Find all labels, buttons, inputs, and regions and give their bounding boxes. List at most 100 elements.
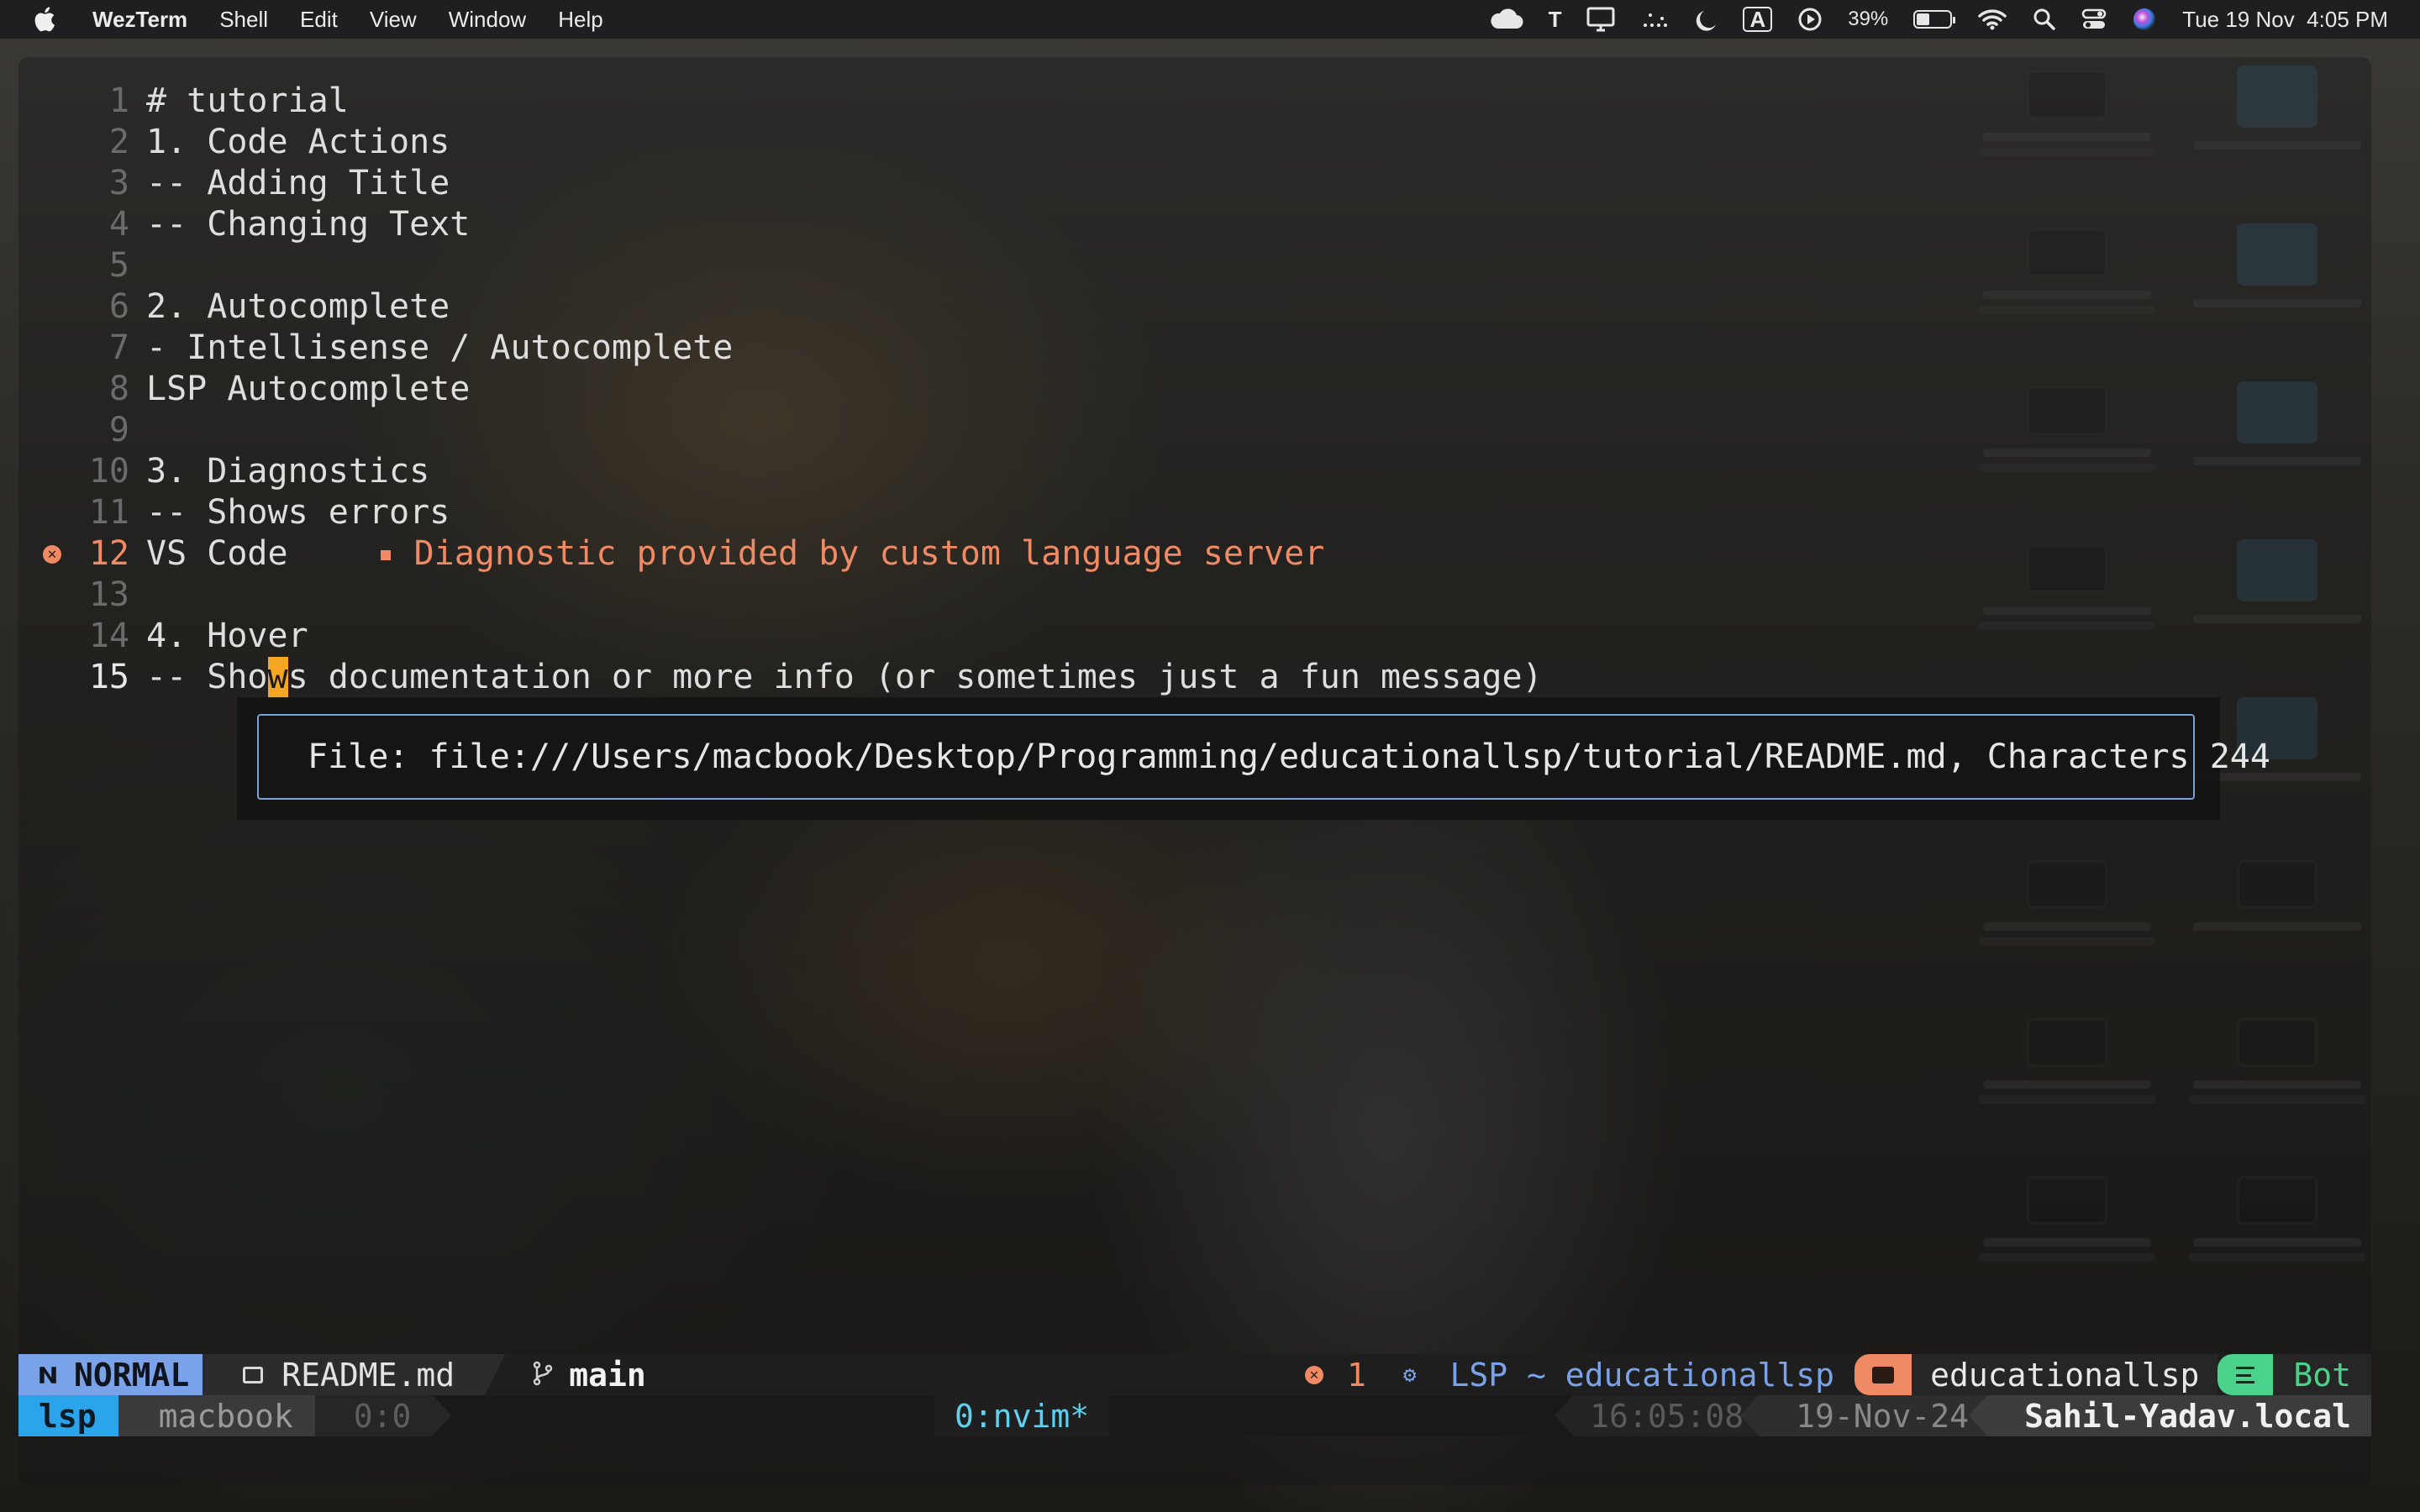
line-text: VS Code (146, 534, 288, 573)
terminal-window[interactable]: 1 # tutorial 2 1. Code Actions 3 -- Adding … (18, 57, 2371, 1485)
mirroring-icon[interactable] (1640, 10, 1670, 29)
editor-line[interactable]: 14 4. Hover (35, 616, 1543, 657)
line-number: 14 (88, 617, 129, 655)
statusline-file[interactable]: README.md (203, 1354, 506, 1395)
menu-bar: WezTerm Shell Edit View Window Help T A … (0, 0, 2420, 39)
lsp-status[interactable]: ⚙ LSP ~ educationallsp (1403, 1357, 1834, 1394)
menu-window[interactable]: Window (449, 7, 526, 33)
diagnostic-message: Diagnostic provided by custom language s… (413, 534, 1325, 573)
play-icon[interactable] (1797, 7, 1823, 32)
line-number: 10 (88, 452, 129, 491)
editor-line[interactable]: 8 LSP Autocomplete (35, 369, 1543, 410)
editor-line[interactable]: 11 -- Shows errors (35, 492, 1543, 533)
wifi-icon[interactable] (1977, 8, 2007, 31)
display-icon[interactable] (1586, 7, 1615, 32)
tmux-time: 16:05:08 (1555, 1395, 1760, 1436)
menubar-datetime[interactable]: Tue 19 Nov 4:05 PM (2182, 7, 2388, 33)
focus-moon-icon[interactable] (1696, 8, 1718, 31)
line-text: 4. Hover (146, 617, 308, 655)
keyboard-a-icon[interactable]: A (1743, 7, 1773, 32)
hover-text: File: file:///Users/macbook/Desktop/Prog… (308, 738, 2270, 776)
statusline-filename: README.md (281, 1356, 455, 1394)
tmux-user: macbook (118, 1395, 334, 1436)
editor-line-current[interactable]: 15 -- Sho w s documentation or more info (… (35, 657, 1543, 698)
hover-popup-shadow: File: file:///Users/macbook/Desktop/Prog… (237, 697, 2270, 820)
line-number: 8 (108, 370, 129, 408)
editor-buffer[interactable]: 1 # tutorial 2 1. Code Actions 3 -- Adding … (35, 81, 1543, 698)
position-icon (2217, 1354, 2274, 1395)
line-text: 1. Code Actions (146, 123, 450, 161)
git-branch-icon (532, 1357, 554, 1394)
text-input-icon[interactable]: T (1549, 7, 1562, 33)
cwd-label: educationallsp (1912, 1354, 2218, 1395)
line-text: -- Changing Text (146, 205, 471, 244)
diagnostic-bullet-icon (380, 550, 391, 560)
spotlight-icon[interactable] (2033, 8, 2056, 31)
battery-percentage: 39% (1848, 8, 1889, 30)
editor-line[interactable]: 7 - Intellisense / Autocomplete (35, 328, 1543, 369)
line-number: 5 (108, 246, 129, 285)
editor-line[interactable]: 1 # tutorial (35, 81, 1543, 122)
line-text-after-cursor: s documentation or more info (or sometim… (287, 658, 1543, 696)
tmux-host: Sahil-Yadav.local (1969, 1395, 2371, 1436)
line-number: 3 (108, 164, 129, 202)
icloud-icon[interactable] (1488, 8, 1523, 30)
line-number: 9 (108, 411, 129, 449)
line-text: 2. Autocomplete (146, 287, 450, 326)
menu-edit[interactable]: Edit (300, 7, 338, 33)
line-number: 2 (108, 123, 129, 161)
control-center-icon[interactable] (2081, 8, 2107, 31)
line-number: 11 (88, 493, 129, 532)
error-icon: ✕ (43, 544, 61, 564)
error-icon: ✕ (1304, 1365, 1323, 1384)
mode-indicator: NORMAL (18, 1354, 224, 1395)
diagnostic-sign[interactable]: ✕ (35, 544, 69, 564)
line-text: # tutorial (146, 81, 349, 120)
folder-icon (1854, 1354, 1912, 1395)
nvim-statusline: NORMAL README.md main ✕ 1 ⚙ LSP ~ educat… (18, 1354, 2371, 1395)
branch-name: main (569, 1356, 646, 1394)
apple-logo-icon[interactable] (32, 5, 60, 34)
editor-line[interactable]: 6 2. Autocomplete (35, 286, 1543, 328)
scroll-position: Bot (2273, 1354, 2371, 1395)
line-text: - Intellisense / Autocomplete (146, 328, 734, 367)
menu-app-name[interactable]: WezTerm (92, 7, 187, 33)
editor-line-diagnostic[interactable]: ✕ 12 VS Code Diagnostic provided by cust… (35, 533, 1543, 575)
editor-line[interactable]: 4 -- Changing Text (35, 204, 1543, 245)
text-cursor: w (267, 657, 288, 698)
neovim-icon (39, 1366, 56, 1383)
editor-line[interactable]: 13 (35, 575, 1543, 616)
tmux-session[interactable]: lsp (18, 1395, 137, 1436)
line-text: 3. Diagnostics (146, 452, 430, 491)
mode-label: NORMAL (74, 1356, 190, 1394)
gears-icon: ⚙ (1402, 1362, 1417, 1388)
error-count: 1 (1346, 1356, 1366, 1394)
editor-line[interactable]: 9 (35, 410, 1543, 451)
menu-help[interactable]: Help (558, 7, 602, 33)
line-number: 15 (88, 658, 129, 696)
editor-line[interactable]: 5 (35, 245, 1543, 286)
editor-line[interactable]: 10 3. Diagnostics (35, 451, 1543, 492)
tmux-statusbar: lsp macbook 0:0 0:nvim* 16:05:08 19-Nov-… (18, 1395, 2371, 1436)
tmux-date: 19-Nov-24 (1740, 1395, 1988, 1436)
menu-view[interactable]: View (370, 7, 417, 33)
lsp-label: LSP ~ educationallsp (1449, 1356, 1835, 1394)
line-text: -- Shows errors (146, 493, 450, 532)
battery-icon[interactable] (1913, 10, 1956, 29)
line-text: -- Adding Title (146, 164, 450, 202)
hover-popup[interactable]: File: file:///Users/macbook/Desktop/Prog… (257, 714, 2270, 800)
line-number: 12 (88, 534, 129, 573)
battery-fill (1917, 13, 1930, 25)
editor-line[interactable]: 2 1. Code Actions (35, 122, 1543, 163)
statusline-branch[interactable]: main (485, 1357, 646, 1394)
tmux-pane: 0:0 (314, 1395, 452, 1436)
tmux-window-tab[interactable]: 0:nvim* (934, 1395, 1110, 1436)
line-text: LSP Autocomplete (146, 370, 471, 408)
editor-line[interactable]: 3 -- Adding Title (35, 163, 1543, 204)
menu-shell[interactable]: Shell (219, 7, 268, 33)
line-number: 1 (108, 81, 129, 120)
siri-icon[interactable] (2132, 7, 2157, 32)
line-number: 7 (108, 328, 129, 367)
diagnostic-count[interactable]: ✕ 1 (1304, 1356, 1366, 1394)
markdown-file-icon (243, 1366, 264, 1383)
